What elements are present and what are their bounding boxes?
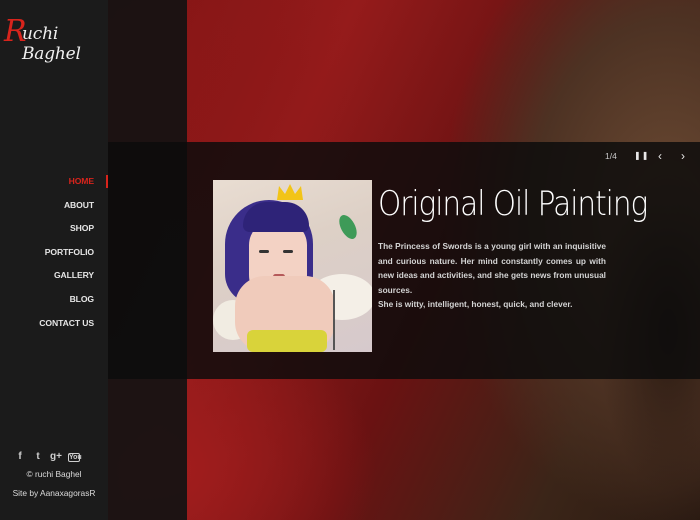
slide-description-paragraph: The Princess of Swords is a young girl w… [378,241,606,295]
crown-icon [277,184,303,200]
nav-item-home[interactable]: HOME [0,174,108,198]
thumbnail-collar [247,330,327,352]
nav-item-blog[interactable]: BLOG [0,292,108,316]
slide-description-paragraph: She is witty, intelligent, honest, quick… [378,299,573,310]
main-nav: HOME ABOUT SHOP PORTFOLIO GALLERY BLOG C… [0,174,108,339]
nav-item-contact-us[interactable]: CONTACT US [0,316,108,340]
sword-icon [333,290,335,350]
previous-slide-button[interactable]: ‹ [658,150,662,162]
nav-item-shop[interactable]: SHOP [0,221,108,245]
slide-counter: 1/4 [605,151,617,161]
thumbnail-bangs [243,202,309,232]
nav-item-about[interactable]: ABOUT [0,198,108,222]
slide-description: The Princess of Swords is a young girl w… [378,239,606,312]
logo-rest: uchi Baghel [22,24,81,64]
slide-thumbnail[interactable] [213,180,372,352]
slide-title: Original Oil Painting [378,184,648,224]
pause-button[interactable]: ❚❚ [634,150,649,162]
next-slide-button[interactable]: › [681,150,685,162]
site-logo[interactable]: R uchi Baghel [4,10,108,64]
thumbnail-eye [259,250,269,253]
hummingbird-icon [335,212,361,242]
facebook-icon[interactable]: f [14,451,26,463]
nav-item-gallery[interactable]: GALLERY [0,268,108,292]
site-credit[interactable]: Site by AanaxagorasR [0,488,108,498]
twitter-icon[interactable]: t [32,451,44,463]
social-links: f t g+ You [14,450,82,464]
google-plus-icon[interactable]: g+ [50,451,62,463]
youtube-icon[interactable]: You [68,452,82,462]
copyright: © ruchi Baghel [26,469,82,479]
thumbnail-eye [283,250,293,253]
nav-item-portfolio[interactable]: PORTFOLIO [0,245,108,269]
